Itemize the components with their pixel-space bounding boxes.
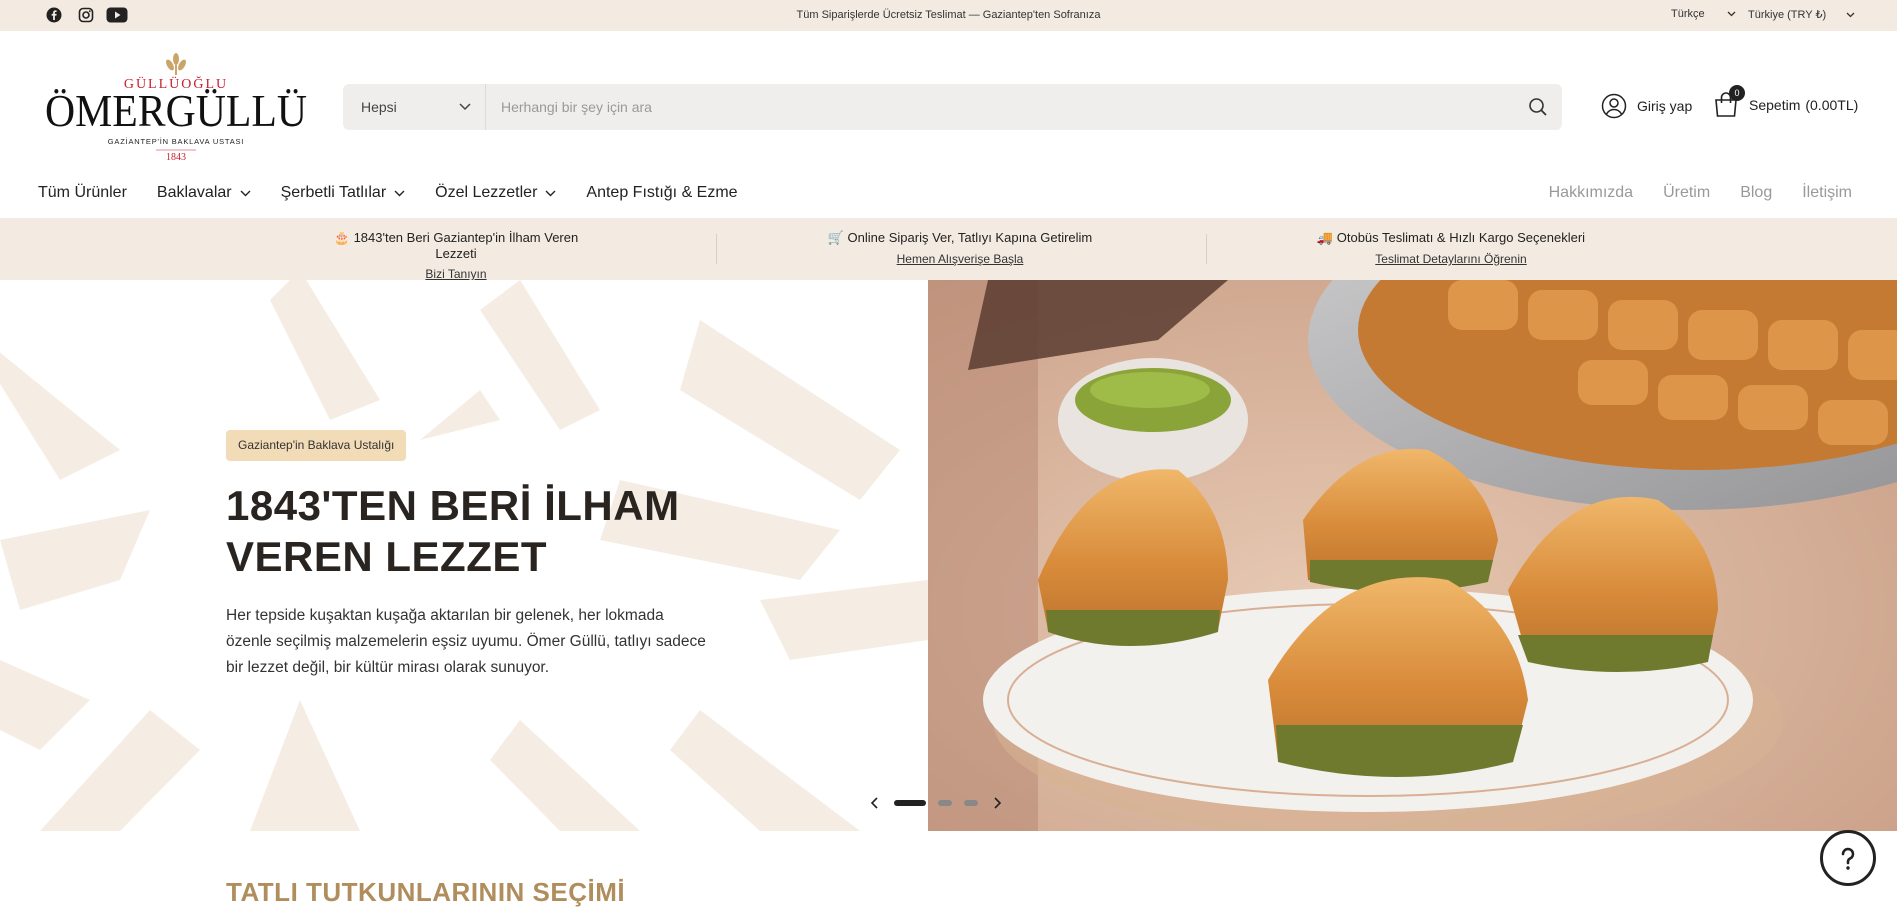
nav-item-serbetli-tatlilar[interactable]: Şerbetli Tatlılar <box>281 184 406 202</box>
info-item-delivery: 🚚 Otobüs Teslimatı & Hızlı Kargo Seçenek… <box>1300 218 1602 280</box>
search-bar: Hepsi <box>343 84 1562 130</box>
nav-item-antep-fistigi[interactable]: Antep Fıstığı & Ezme <box>586 184 737 202</box>
logo-tagline-text: GAZİANTEP'İN BAKLAVA USTASI <box>108 137 244 146</box>
login-button[interactable]: Giriş yap <box>1601 93 1692 119</box>
help-chat-button[interactable] <box>1820 830 1876 886</box>
login-label: Giriş yap <box>1637 98 1693 114</box>
nav-item-label: Şerbetli Tatlılar <box>280 184 387 201</box>
currency-selector[interactable]: Türkiye (TRY ₺) <box>1748 8 1855 21</box>
info-link-about-us[interactable]: Bizi Tanıyın <box>316 267 596 281</box>
top-bar: Tüm Siparişlerde Ücretsiz Teslimat — Gaz… <box>0 0 1897 31</box>
chevron-down-icon <box>394 190 405 196</box>
search-icon[interactable] <box>1528 97 1548 122</box>
brand-logo[interactable]: GÜLLÜOĞLU ÖMERGÜLLÜ GAZİANTEP'İN BAKLAVA… <box>45 51 311 163</box>
user-icon <box>1601 93 1627 119</box>
chevron-down-icon <box>1727 11 1736 17</box>
language-label: Türkçe <box>1671 8 1705 20</box>
nav-item-label: Antep Fıstığı & Ezme <box>586 184 738 201</box>
hero-slider: Gaziantep'in Baklava Ustalığı 1843'TEN B… <box>0 280 1897 831</box>
hero-text-panel: Gaziantep'in Baklava Ustalığı 1843'TEN B… <box>0 280 928 831</box>
question-icon <box>1841 847 1855 870</box>
chevron-down-icon <box>1846 12 1855 17</box>
info-title: 1843'ten Beri Gaziantep'in İlham Veren L… <box>353 230 579 261</box>
shipping-announcement: Tüm Siparişlerde Ücretsiz Teslimat — Gaz… <box>796 9 1101 21</box>
slider-dot-1[interactable] <box>894 800 926 806</box>
info-item-heritage: 🎂 1843'ten Beri Gaziantep'in İlham Veren… <box>316 218 596 281</box>
slider-dot-3[interactable] <box>964 800 978 806</box>
nav-item-baklavalar[interactable]: Baklavalar <box>157 184 251 202</box>
language-selector[interactable]: Türkçe <box>1671 8 1736 20</box>
section-title: TATLI TUTKUNLARININ SEÇİMİ <box>226 877 626 907</box>
nav-item-label: Baklavalar <box>156 184 232 201</box>
chevron-down-icon <box>459 103 471 111</box>
cart-count-badge: 0 <box>1729 85 1745 101</box>
hero-badge: Gaziantep'in Baklava Ustalığı <box>226 430 407 461</box>
cake-icon: 🎂 <box>333 230 350 245</box>
search-input[interactable] <box>501 84 1501 130</box>
info-link-start-shopping[interactable]: Hemen Alışverişe Başla <box>820 252 1100 266</box>
slider-dot-2[interactable] <box>938 800 952 806</box>
search-category-label: Hepsi <box>361 99 397 115</box>
site-header: GÜLLÜOĞLU ÖMERGÜLLÜ GAZİANTEP'İN BAKLAVA… <box>0 31 1897 171</box>
hero-description: Her tepside kuşaktan kuşağa aktarılan bi… <box>226 607 706 676</box>
nav-link-blog[interactable]: Blog <box>1740 184 1772 202</box>
divider <box>1206 234 1207 264</box>
nav-item-ozel-lezzetler[interactable]: Özel Lezzetler <box>435 184 556 202</box>
truck-icon: 🚚 <box>1316 230 1334 245</box>
chevron-down-icon <box>240 190 251 196</box>
search-category-select[interactable]: Hepsi <box>343 84 486 130</box>
nav-link-production[interactable]: Üretim <box>1663 184 1710 202</box>
main-navigation: Tüm Ürünler Baklavalar Şerbetli Tatlılar… <box>0 171 1897 218</box>
cart-total: (0.00TL) <box>1805 97 1859 113</box>
currency-label: Türkiye (TRY ₺) <box>1748 9 1827 21</box>
info-strip: 🎂 1843'ten Beri Gaziantep'in İlham Veren… <box>0 218 1897 281</box>
info-item-online-order: 🛒 Online Sipariş Ver, Tatlıyı Kapına Get… <box>820 218 1100 280</box>
hero-title: 1843'TEN BERİ İLHAM VEREN LEZZET <box>226 482 680 580</box>
nav-item-all-products[interactable]: Tüm Ürünler <box>38 184 127 202</box>
divider <box>716 234 717 264</box>
slider-controls <box>868 796 1004 810</box>
info-title: Otobüs Teslimatı & Hızlı Kargo Seçenekle… <box>1336 230 1586 245</box>
logo-name-text: ÖMERGÜLLÜ <box>46 85 307 136</box>
info-link-delivery-details[interactable]: Teslimat Detaylarını Öğrenin <box>1300 252 1602 266</box>
slider-prev-arrow-icon[interactable] <box>868 796 882 810</box>
cart-label: Sepetim <box>1749 97 1801 113</box>
info-title: Online Sipariş Ver, Tatlıyı Kapına Getir… <box>847 230 1093 245</box>
slider-next-arrow-icon[interactable] <box>990 796 1004 810</box>
chevron-down-icon <box>545 190 556 196</box>
hero-image-baklava <box>928 280 1897 831</box>
logo-year-text: 1843 <box>166 152 186 163</box>
cart-emoji-icon: 🛒 <box>827 230 844 245</box>
nav-item-label: Özel Lezzetler <box>435 184 538 201</box>
nav-item-label: Tüm Ürünler <box>38 184 127 201</box>
cart-button[interactable]: 0 Sepetim (0.00TL) <box>1713 85 1859 119</box>
nav-link-contact[interactable]: İletişim <box>1802 184 1852 202</box>
nav-link-about[interactable]: Hakkımızda <box>1549 184 1633 202</box>
